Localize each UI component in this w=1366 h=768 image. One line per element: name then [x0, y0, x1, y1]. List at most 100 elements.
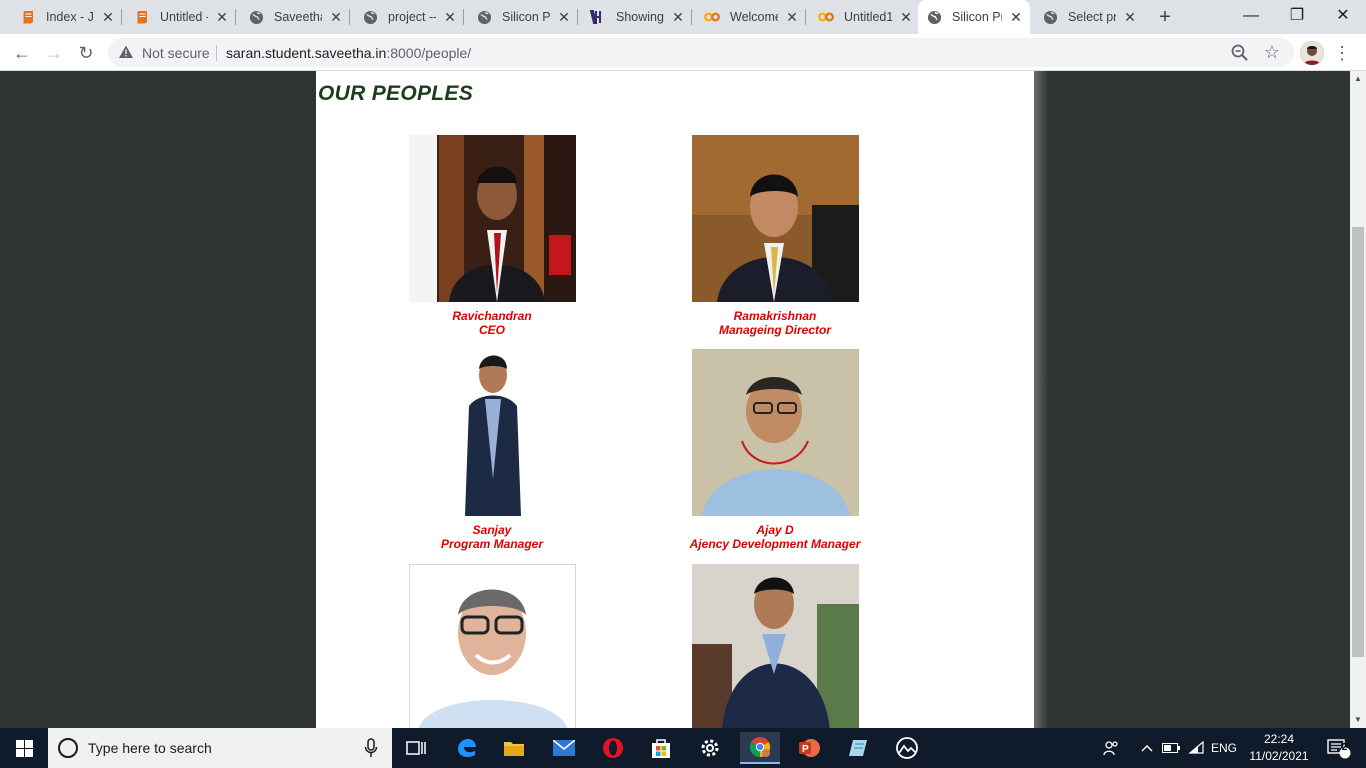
new-tab-button[interactable]: + [1154, 6, 1176, 28]
tab-saveetha[interactable]: Saveetha ✕ [240, 4, 350, 30]
restore-button[interactable]: ❐ [1274, 2, 1320, 30]
close-window-button[interactable]: ✕ [1320, 2, 1366, 30]
close-icon[interactable]: ✕ [214, 9, 230, 25]
globe-icon [248, 9, 264, 25]
close-icon[interactable]: ✕ [1122, 9, 1138, 25]
colab-icon [704, 9, 720, 25]
security-label[interactable]: Not secure [142, 45, 210, 61]
edge-icon[interactable] [446, 732, 486, 764]
globe-icon [1042, 9, 1058, 25]
warning-icon[interactable] [118, 44, 134, 60]
tab-project[interactable]: project -- ✕ [354, 4, 464, 30]
chevron-up-icon[interactable] [1138, 728, 1156, 768]
scrollbar-thumb[interactable] [1352, 227, 1364, 657]
chrome-icon[interactable] [740, 732, 780, 764]
tab-title: Silicon Pr [502, 10, 550, 24]
person-photo [691, 349, 859, 516]
back-button[interactable]: ← [8, 39, 36, 67]
tab-select[interactable]: Select pr ✕ [1034, 4, 1144, 30]
address-bar[interactable]: Not secure saran.student.saveetha.in:800… [108, 38, 1294, 67]
tab-silicon-active[interactable]: Silicon Pr ✕ [918, 0, 1030, 34]
profile-avatar[interactable] [1300, 41, 1324, 65]
close-icon[interactable]: ✕ [1008, 9, 1024, 25]
close-icon[interactable]: ✕ [784, 9, 800, 25]
file-explorer-icon[interactable] [494, 732, 534, 764]
opera-icon[interactable] [593, 732, 633, 764]
content-shadow [1034, 71, 1048, 728]
tab-untitled1-colab[interactable]: Untitled1 ✕ [810, 4, 920, 30]
tab-separator [349, 9, 350, 25]
notification-count: 2 [1341, 742, 1348, 753]
photos-icon[interactable] [887, 732, 927, 764]
person-card [680, 564, 870, 728]
person-card: Ravichandran CEO [397, 135, 587, 337]
cortana-icon [58, 738, 78, 758]
scroll-down-icon[interactable]: ▼ [1350, 712, 1366, 728]
close-icon[interactable]: ✕ [100, 9, 116, 25]
powerpoint-icon[interactable]: P [789, 732, 829, 764]
person-name: Sanjay [472, 523, 512, 537]
person-card [397, 564, 587, 728]
language-indicator[interactable]: ENG [1208, 728, 1240, 768]
person-caption: Ramakrishnan Manageing Director [680, 309, 870, 337]
tab-title: Silicon Pr [952, 10, 1002, 24]
action-center-icon[interactable]: 2 [1318, 728, 1358, 768]
page-content: OUR PEOPLES Ravichandran CEO Ramakrishna… [316, 71, 1034, 728]
person-caption: Sanjay Program Manager [397, 523, 587, 551]
microphone-icon[interactable] [364, 738, 378, 758]
scroll-up-icon[interactable]: ▲ [1350, 71, 1366, 87]
globe-icon [362, 9, 378, 25]
bookmark-star-icon[interactable]: ☆ [1262, 41, 1282, 63]
tab-welcome-colab[interactable]: Welcome ✕ [696, 4, 806, 30]
start-button[interactable] [0, 728, 48, 768]
colab-icon [818, 9, 834, 25]
tab-title: Saveetha [274, 10, 322, 24]
close-icon[interactable]: ✕ [442, 9, 458, 25]
person-card: Ajay D Ajency Development Manager [680, 349, 870, 551]
close-icon[interactable]: ✕ [670, 9, 686, 25]
tab-separator [121, 9, 122, 25]
reload-button[interactable]: ↻ [72, 39, 100, 67]
search-placeholder: Type here to search [88, 740, 212, 756]
forward-button[interactable]: → [40, 39, 68, 67]
person-role: Program Manager [440, 537, 544, 551]
tab-silicon-1[interactable]: Silicon Pr ✕ [468, 4, 578, 30]
clock-date: 11/02/2021 [1249, 749, 1309, 763]
tab-title: Select pr [1068, 10, 1116, 24]
notebook-icon [134, 9, 150, 25]
settings-gear-icon[interactable] [690, 732, 730, 764]
browser-menu-button[interactable]: ⋮ [1332, 39, 1352, 67]
wifi-icon[interactable] [1186, 728, 1208, 768]
close-icon[interactable]: ✕ [556, 9, 572, 25]
tab-title: Untitled - [160, 10, 208, 24]
person-photo [408, 564, 576, 728]
tab-index-jupyter[interactable]: Index - Ju ✕ [12, 4, 122, 30]
battery-icon[interactable] [1160, 728, 1182, 768]
person-caption: Ravichandran CEO [397, 309, 587, 337]
person-name: Ravichandran [452, 309, 532, 323]
mail-icon[interactable] [544, 732, 584, 764]
page-scrollbar[interactable]: ▲ ▼ [1350, 71, 1366, 728]
zoom-icon[interactable] [1230, 43, 1250, 63]
taskbar-search[interactable]: Type here to search [48, 728, 392, 768]
close-icon[interactable]: ✕ [328, 9, 344, 25]
tab-showing[interactable]: Showing ✕ [582, 4, 692, 30]
tab-separator [691, 9, 692, 25]
person-role: Ajency Development Manager [689, 537, 861, 551]
store-icon[interactable] [641, 732, 681, 764]
tab-title: Welcome [730, 10, 778, 24]
browser-toolbar: ← → ↻ Not secure saran.student.saveetha.… [0, 34, 1366, 71]
url-text[interactable]: saran.student.saveetha.in:8000/people/ [226, 45, 471, 61]
people-icon[interactable] [1100, 728, 1122, 768]
minimize-button[interactable]: — [1228, 2, 1274, 30]
close-icon[interactable]: ✕ [898, 9, 914, 25]
task-view-icon[interactable] [396, 732, 436, 764]
tab-separator [235, 9, 236, 25]
windows-taskbar: Type here to search P ENG 22:24 11/02/20… [0, 728, 1366, 768]
tab-separator [577, 9, 578, 25]
tab-untitled[interactable]: Untitled - ✕ [126, 4, 236, 30]
url-host: saran.student.saveetha.in [226, 45, 387, 61]
url-path: :8000/people/ [386, 45, 472, 61]
system-clock[interactable]: 22:24 11/02/2021 [1244, 731, 1314, 765]
notes-icon[interactable] [838, 732, 878, 764]
